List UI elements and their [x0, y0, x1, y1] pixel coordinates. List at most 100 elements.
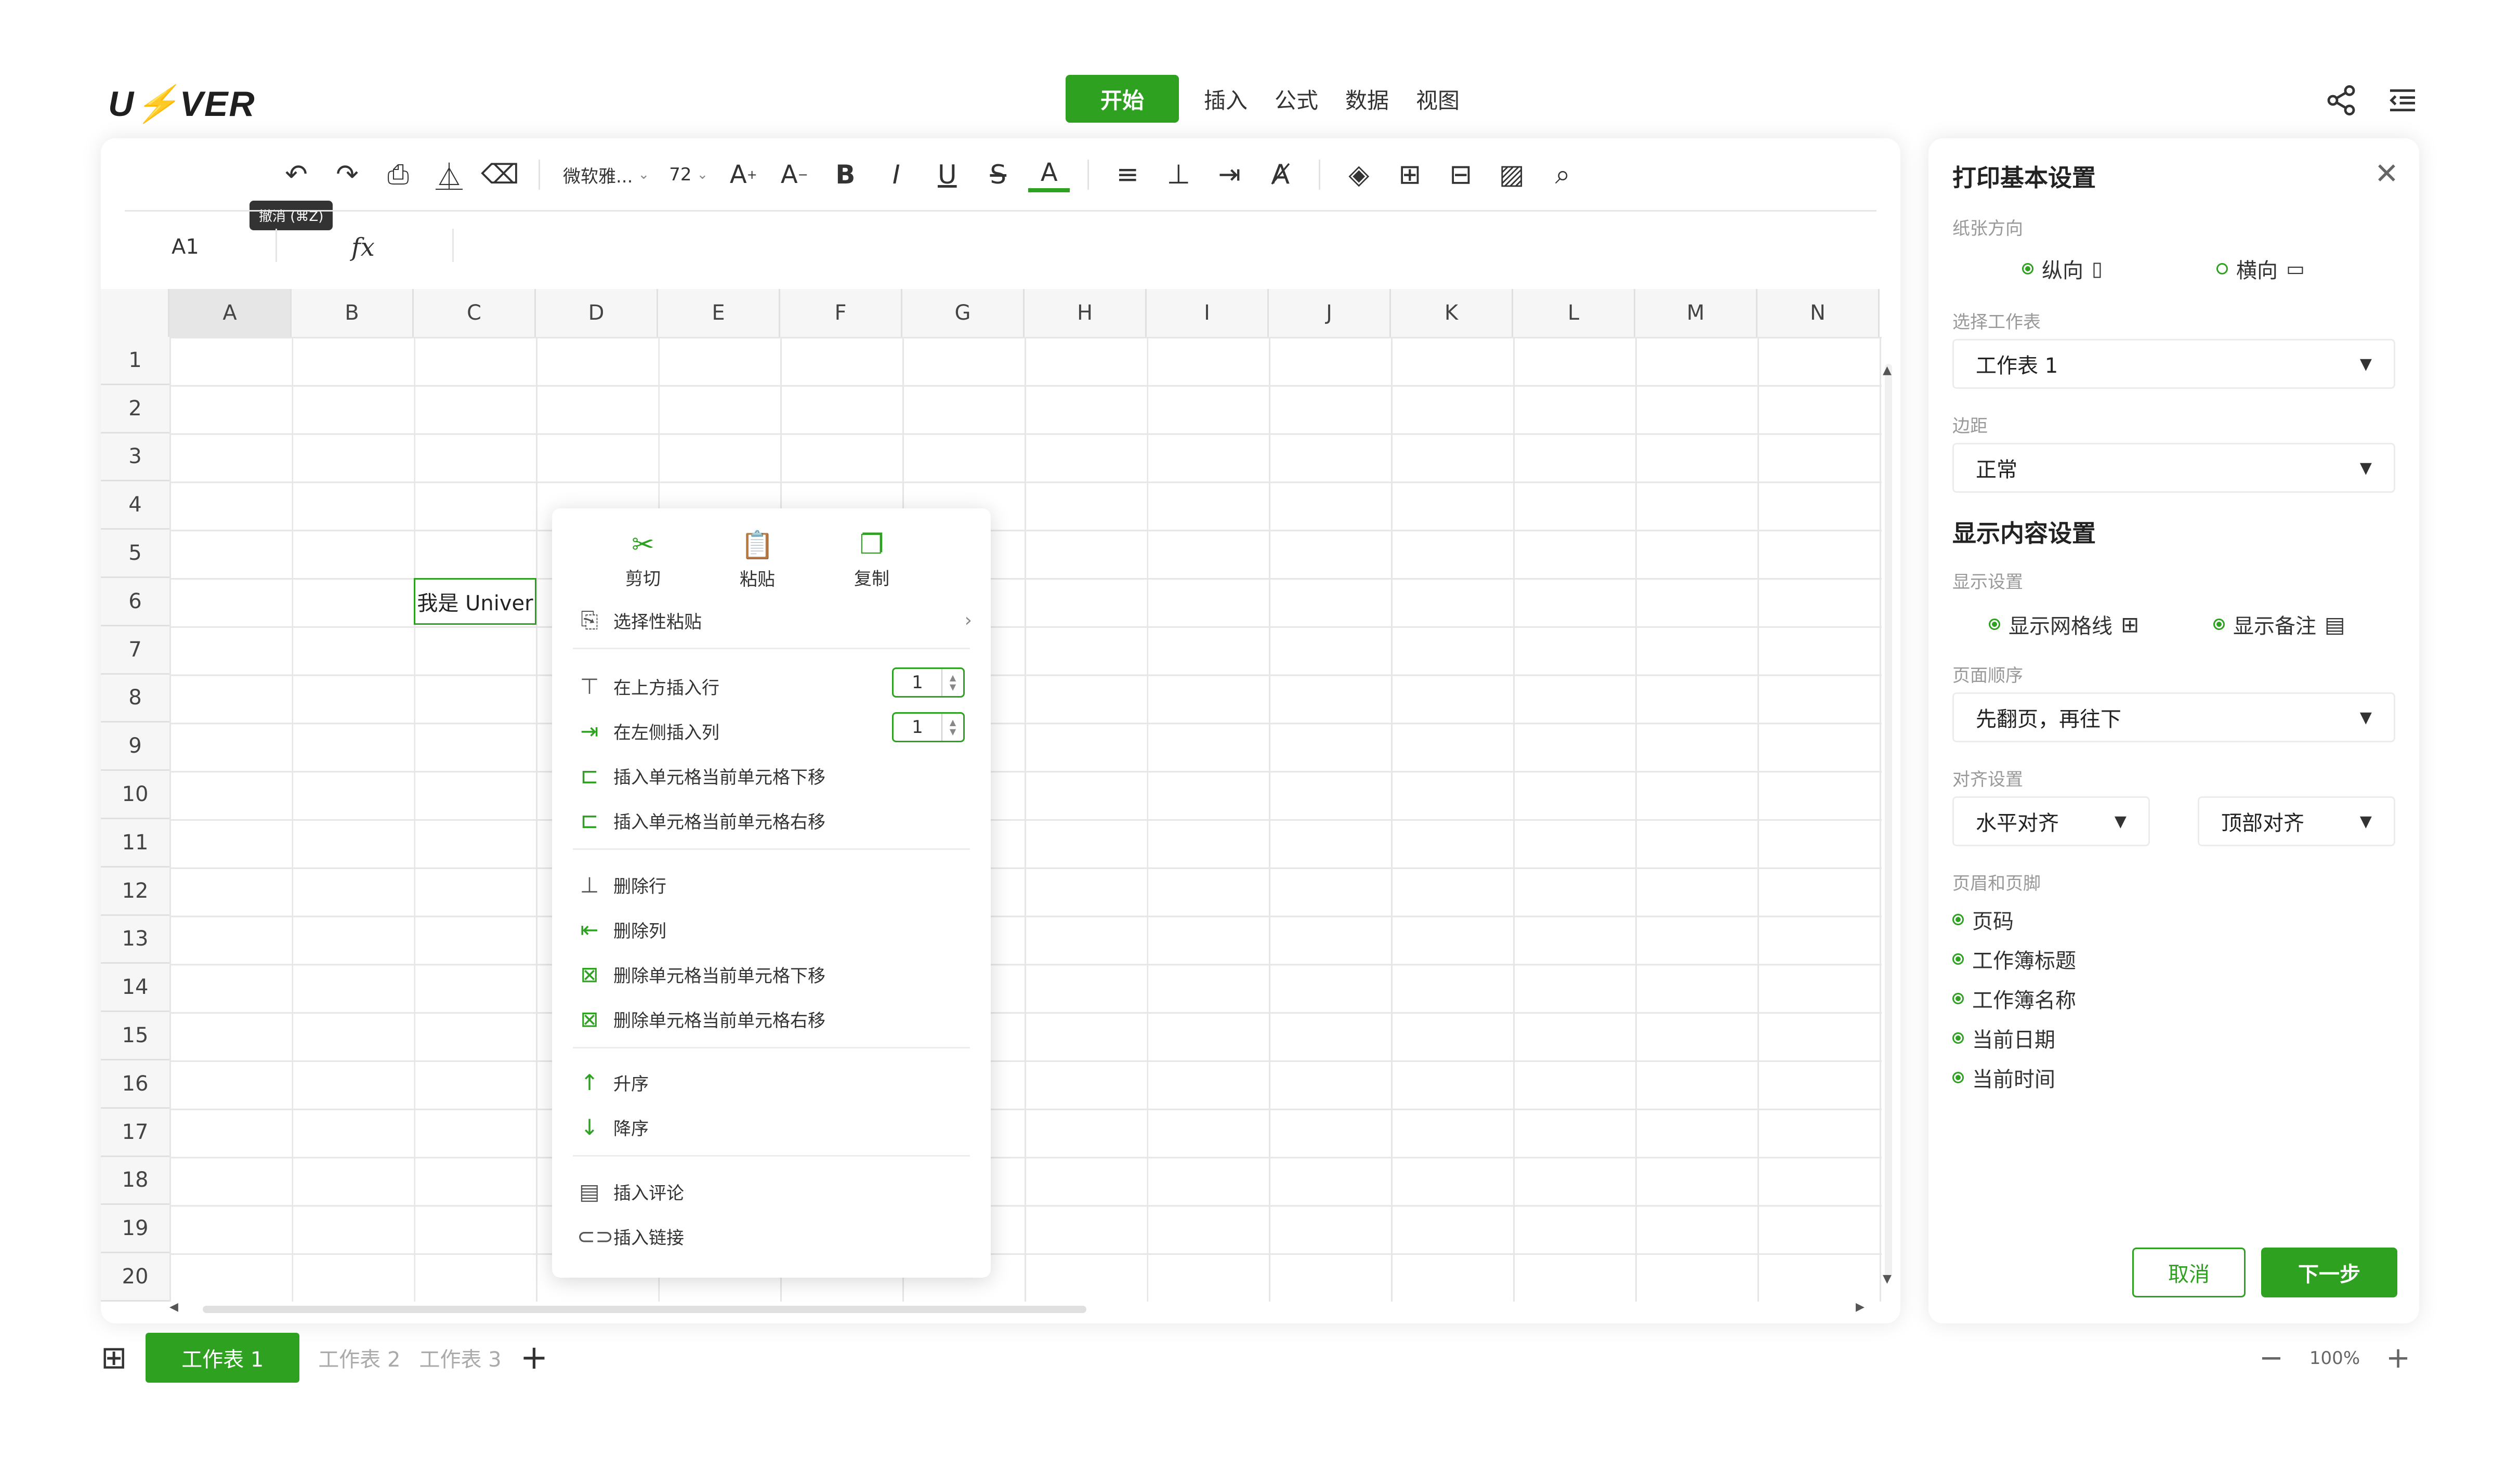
header-footer-option[interactable]: 页码	[1952, 904, 2014, 935]
tab-formula[interactable]: 公式	[1275, 83, 1318, 115]
row-header[interactable]: 16	[101, 1060, 169, 1109]
copy-button[interactable]: ❐ 复制	[843, 529, 900, 590]
row-header[interactable]: 10	[101, 771, 169, 819]
text-rotate-icon[interactable]: Ⱥ	[1259, 154, 1301, 195]
next-button[interactable]: 下一步	[2261, 1248, 2397, 1297]
scroll-up-icon[interactable]: ▲	[1883, 364, 1892, 377]
search-icon[interactable]: ⌕	[1542, 154, 1583, 195]
stepper-icon[interactable]: ▲ ▼	[941, 714, 963, 741]
sheet-tab-2[interactable]: 工作表 2	[318, 1343, 400, 1373]
insert-row-above-item[interactable]: ⊤ 在上方插入行	[577, 674, 719, 699]
header-footer-option[interactable]: 工作簿名称	[1952, 983, 2076, 1014]
zoom-in-icon[interactable]: +	[2386, 1341, 2410, 1375]
row-header[interactable]: 13	[101, 915, 169, 964]
scroll-right-icon[interactable]: ▶	[1856, 1301, 1865, 1314]
delete-col-item[interactable]: ⇤ 删除列	[577, 917, 666, 942]
insert-link-item[interactable]: ⊂⊃ 插入链接	[577, 1224, 684, 1249]
strikethrough-icon[interactable]: S	[977, 154, 1019, 195]
increase-font-icon[interactable]: A +	[723, 154, 764, 195]
row-header[interactable]: 7	[101, 626, 169, 675]
underline-icon[interactable]: U	[926, 154, 968, 195]
cell-name-box[interactable]: A1	[172, 235, 199, 259]
delete-cell-shift-down-item[interactable]: ⊠ 删除单元格当前单元格下移	[577, 962, 825, 987]
header-footer-option[interactable]: 当前日期	[1952, 1023, 2055, 1053]
column-header[interactable]: A	[169, 289, 292, 337]
insert-row-count-input[interactable]: 1 ▲ ▼	[892, 667, 965, 698]
scroll-down-icon[interactable]: ▼	[1883, 1272, 1892, 1285]
row-header[interactable]: 5	[101, 530, 169, 578]
merge-cells-icon[interactable]: ⊟	[1440, 154, 1481, 195]
insert-cell-shift-down-item[interactable]: ⊏ 插入单元格当前单元格下移	[577, 763, 825, 789]
page-order-select[interactable]: 先翻页，再往下 ▼	[1952, 692, 2395, 742]
row-header[interactable]: 9	[101, 723, 169, 771]
vertical-align-select[interactable]: 顶部对齐 ▼	[2198, 796, 2395, 846]
row-header[interactable]: 15	[101, 1012, 169, 1060]
sheet-tab-1[interactable]: 工作表 1	[146, 1333, 300, 1383]
row-header[interactable]: 12	[101, 867, 169, 916]
sort-desc-item[interactable]: ↓ 降序	[577, 1114, 649, 1140]
row-header[interactable]: 14	[101, 964, 169, 1013]
row-header[interactable]: 3	[101, 433, 169, 482]
scroll-left-icon[interactable]: ◀	[169, 1301, 178, 1314]
decrease-font-icon[interactable]: A −	[773, 154, 815, 195]
row-header[interactable]: 2	[101, 385, 169, 434]
row-header[interactable]: 6	[101, 578, 169, 626]
italic-icon[interactable]: I	[875, 154, 917, 195]
font-family-select[interactable]: 微软雅... ⌄	[558, 162, 654, 188]
eraser-icon[interactable]: ⌫	[479, 154, 521, 195]
column-header[interactable]: M	[1635, 289, 1757, 337]
font-color-icon[interactable]: A	[1028, 157, 1070, 192]
cell-c6[interactable]: 我是 Univer	[414, 578, 536, 625]
column-header[interactable]: D	[536, 289, 658, 337]
column-header[interactable]: H	[1025, 289, 1147, 337]
column-header[interactable]: K	[1391, 289, 1513, 337]
sort-asc-item[interactable]: ↑ 升序	[577, 1070, 649, 1095]
delete-cell-shift-right-item[interactable]: ⊠ 删除单元格当前单元格右移	[577, 1006, 825, 1032]
sheet-select[interactable]: 工作表 1 ▼	[1952, 339, 2395, 389]
column-header[interactable]: F	[780, 289, 902, 337]
column-header[interactable]: I	[1147, 289, 1269, 337]
row-header[interactable]: 20	[101, 1253, 169, 1302]
row-header[interactable]: 19	[101, 1205, 169, 1254]
stepper-icon[interactable]: ▲ ▼	[941, 669, 963, 696]
header-footer-option[interactable]: 工作簿标题	[1952, 944, 2076, 974]
insert-col-count-input[interactable]: 1 ▲ ▼	[892, 712, 965, 742]
format-painter-icon[interactable]: ⏅	[428, 154, 470, 195]
fill-color-icon[interactable]: ◈	[1338, 154, 1380, 195]
tab-insert[interactable]: 插入	[1204, 83, 1248, 115]
row-header[interactable]: 11	[101, 819, 169, 868]
tab-view[interactable]: 视图	[1416, 83, 1460, 115]
row-header[interactable]: 17	[101, 1108, 169, 1157]
redo-icon[interactable]: ↷	[326, 154, 368, 195]
row-header[interactable]: 1	[101, 337, 169, 385]
all-sheets-icon[interactable]: ⊞	[101, 1340, 127, 1376]
horizontal-align-icon[interactable]: ≡	[1107, 154, 1148, 195]
delete-row-item[interactable]: ⊥ 删除行	[577, 872, 666, 898]
horizontal-scrollbar[interactable]	[203, 1306, 1086, 1313]
row-header[interactable]: 18	[101, 1157, 169, 1205]
tab-data[interactable]: 数据	[1345, 83, 1389, 115]
select-all-corner[interactable]	[101, 289, 169, 337]
add-sheet-icon[interactable]: +	[520, 1338, 548, 1377]
insert-cell-shift-right-item[interactable]: ⊏ 插入单元格当前单元格右移	[577, 808, 825, 833]
text-wrap-icon[interactable]: ⇥	[1209, 154, 1250, 195]
column-header[interactable]: N	[1757, 289, 1880, 337]
landscape-radio[interactable]: 横向 ▭	[2216, 254, 2305, 284]
special-paste-item[interactable]: ⎘ 选择性粘贴 ›	[577, 607, 972, 633]
border-icon[interactable]: ⊞	[1389, 154, 1430, 195]
insert-col-left-item[interactable]: ⇥ 在左侧插入列	[577, 718, 719, 744]
column-header[interactable]: C	[414, 289, 536, 337]
share-icon[interactable]	[2320, 77, 2362, 124]
horizontal-align-select[interactable]: 水平对齐 ▼	[1952, 796, 2150, 846]
column-header[interactable]: L	[1513, 289, 1635, 337]
vertical-align-icon[interactable]: ⊥	[1158, 154, 1199, 195]
menu-collapse-icon[interactable]	[2382, 77, 2423, 124]
cell-grid[interactable]	[169, 337, 1882, 1302]
cancel-button[interactable]: 取消	[2132, 1248, 2246, 1297]
column-header[interactable]: E	[658, 289, 780, 337]
cut-button[interactable]: ✂ 剪切	[614, 529, 672, 590]
font-size-select[interactable]: 72 ⌄	[664, 164, 713, 185]
show-comments-option[interactable]: 显示备注 ▤	[2213, 609, 2345, 639]
formula-input[interactable]	[468, 232, 1871, 265]
paste-button[interactable]: 📋 粘贴	[729, 529, 786, 590]
